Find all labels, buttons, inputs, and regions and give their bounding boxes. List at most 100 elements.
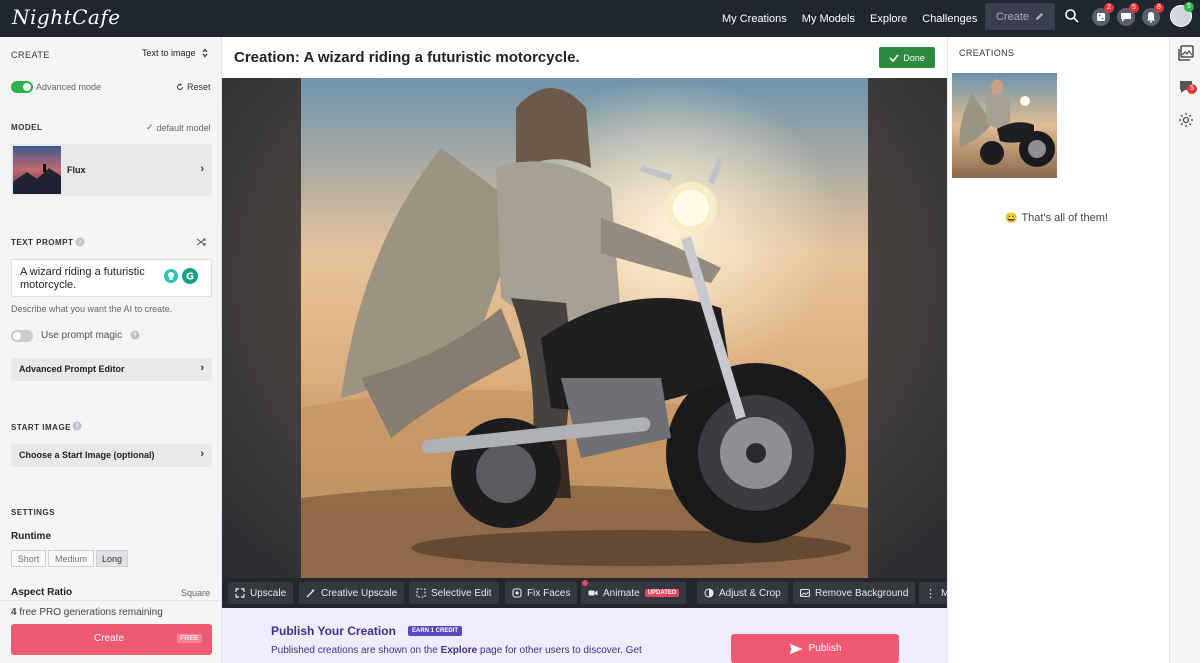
grammarly-icon[interactable]: G (182, 268, 198, 284)
chat-icon[interactable]: 5 (1117, 3, 1139, 26)
chevron-right-icon: › (200, 163, 204, 175)
explore-link[interactable]: Explore (441, 645, 478, 656)
updated-tag: UPDATED (644, 589, 680, 597)
remove-background-button[interactable]: Remove Background (793, 582, 916, 604)
help-icon[interactable]: ? (75, 237, 85, 247)
prompt-magic-toggle[interactable] (11, 330, 33, 342)
search-icon[interactable] (1064, 8, 1080, 24)
animate-new-dot (582, 580, 588, 586)
chevron-right-icon: › (200, 362, 204, 374)
animate-button[interactable]: Animate UPDATED (581, 580, 687, 604)
start-image-button[interactable]: Choose a Start Image (optional) › (11, 444, 212, 467)
more-dots-icon: ⋮ (925, 587, 936, 600)
creation-image[interactable] (301, 78, 868, 578)
end-of-list-text: That's all of them! (1021, 212, 1108, 224)
face-icon (512, 588, 522, 598)
publish-panel: Publish Your Creation EARN 1 CREDIT Publ… (222, 608, 947, 663)
avatar-badge: 5 (1184, 2, 1194, 12)
publish-desc-pre: Published creations are shown on the (271, 645, 441, 656)
publish-title: Publish Your Creation (271, 624, 396, 638)
done-button[interactable]: Done (879, 47, 935, 68)
send-icon (789, 643, 803, 654)
nav-challenges[interactable]: Challenges (922, 13, 977, 25)
mode-select[interactable]: Text to image (142, 48, 208, 58)
prompt-magic-label: Use prompt magic (41, 330, 123, 341)
adjust-crop-button[interactable]: Adjust & Crop (697, 582, 788, 604)
model-card[interactable]: Flux › (11, 144, 212, 196)
bell-icon[interactable]: 8 (1142, 3, 1164, 26)
creation-thumbnail[interactable] (952, 73, 1057, 178)
pro-remaining-text: free PRO generations remaining (19, 607, 163, 618)
upscale-button[interactable]: Upscale (228, 582, 294, 604)
nightcafe-logo[interactable]: NightCafe (12, 5, 121, 29)
creative-upscale-label: Creative Upscale (321, 587, 398, 599)
page-title: Creation: A wizard riding a futuristic m… (234, 49, 580, 66)
shuffle-icon[interactable] (196, 237, 206, 247)
animate-label: Animate (603, 587, 640, 599)
help-icon-prompt-magic[interactable]: ? (130, 330, 140, 340)
advanced-prompt-editor-label: Advanced Prompt Editor (19, 364, 125, 374)
creation-view: Creation: A wizard riding a futuristic m… (222, 37, 949, 663)
text-prompt-label: TEXT PROMPT (11, 238, 74, 247)
smile-emoji-icon: 😀 (1005, 212, 1018, 224)
creations-panel: CREATIONS 😀 That's all of them! (947, 37, 1169, 663)
publish-button[interactable]: Publish (731, 634, 899, 663)
create-panel: CREATE Text to image Advanced mode Reset… (0, 37, 222, 663)
pencil-icon (1035, 12, 1044, 21)
runtime-medium[interactable]: Medium (48, 550, 94, 567)
done-label: Done (903, 52, 925, 63)
edit-toolbar: Upscale Creative Upscale Selective Edit … (222, 578, 949, 608)
nav-create-button[interactable]: Create (985, 3, 1055, 30)
aspect-ratio-value[interactable]: Square (181, 588, 210, 598)
mode-select-value: Text to image (142, 48, 196, 58)
prompt-hint: Describe what you want the AI to create. (11, 304, 173, 314)
expand-icon (235, 588, 245, 598)
nav-explore[interactable]: Explore (870, 13, 907, 25)
video-camera-icon (588, 590, 598, 596)
lightbulb-icon[interactable] (164, 269, 178, 283)
svg-text:G: G (186, 272, 194, 283)
advanced-mode-toggle[interactable] (11, 81, 33, 93)
remove-background-label: Remove Background (815, 587, 909, 599)
runtime-long[interactable]: Long (96, 550, 128, 567)
creations-label: CREATIONS (959, 48, 1015, 58)
gear-icon[interactable] (1178, 112, 1194, 128)
model-section-label: MODEL (11, 123, 43, 132)
image-icon (800, 588, 810, 598)
publish-label: Publish (808, 643, 842, 654)
upscale-label: Upscale (250, 587, 287, 599)
nav-my-models[interactable]: My Models (802, 13, 855, 25)
more-tools-button[interactable]: ⋮ M (919, 582, 949, 604)
nav-my-creations[interactable]: My Creations (722, 13, 787, 25)
start-image-label: START IMAGE (11, 423, 72, 432)
create-label: CREATE (11, 50, 50, 60)
help-icon-start-image[interactable]: ? (72, 421, 82, 431)
chevron-right-icon: › (200, 448, 204, 460)
user-avatar[interactable]: 5 (1170, 2, 1194, 27)
selective-edit-button[interactable]: Selective Edit (409, 582, 499, 604)
adjust-icon (704, 588, 714, 598)
start-image-button-label: Choose a Start Image (optional) (19, 450, 155, 460)
create-button-label: Create (94, 633, 125, 644)
model-name: Flux (67, 165, 86, 175)
advanced-prompt-editor-button[interactable]: Advanced Prompt Editor › (11, 358, 212, 381)
earn-credit-tag: EARN 1 CREDIT (408, 626, 463, 636)
aspect-ratio-label: Aspect Ratio (11, 587, 73, 598)
pro-remaining: 4 free PRO generations remaining (11, 607, 163, 618)
runtime-label: Runtime (11, 531, 51, 542)
dice-icon[interactable]: 2 (1092, 3, 1114, 26)
comments-icon[interactable]: 5 (1178, 79, 1197, 95)
dice-badge: 2 (1104, 3, 1114, 13)
nav-links: My Creations My Models Explore Challenge… (722, 0, 992, 37)
gallery-icon[interactable] (1178, 45, 1194, 61)
creative-upscale-button[interactable]: Creative Upscale (299, 582, 405, 604)
pro-count: 4 (11, 607, 17, 618)
reset-icon (177, 83, 183, 90)
checkmark-icon (889, 53, 899, 62)
runtime-short[interactable]: Short (11, 550, 46, 567)
fix-faces-button[interactable]: Fix Faces (505, 582, 578, 604)
text-prompt-input[interactable]: A wizard riding a futuristic motorcycle.… (11, 259, 212, 297)
reset-button[interactable]: Reset (176, 82, 211, 92)
reset-label: Reset (187, 82, 211, 92)
create-button[interactable]: Create FREE (11, 624, 212, 655)
